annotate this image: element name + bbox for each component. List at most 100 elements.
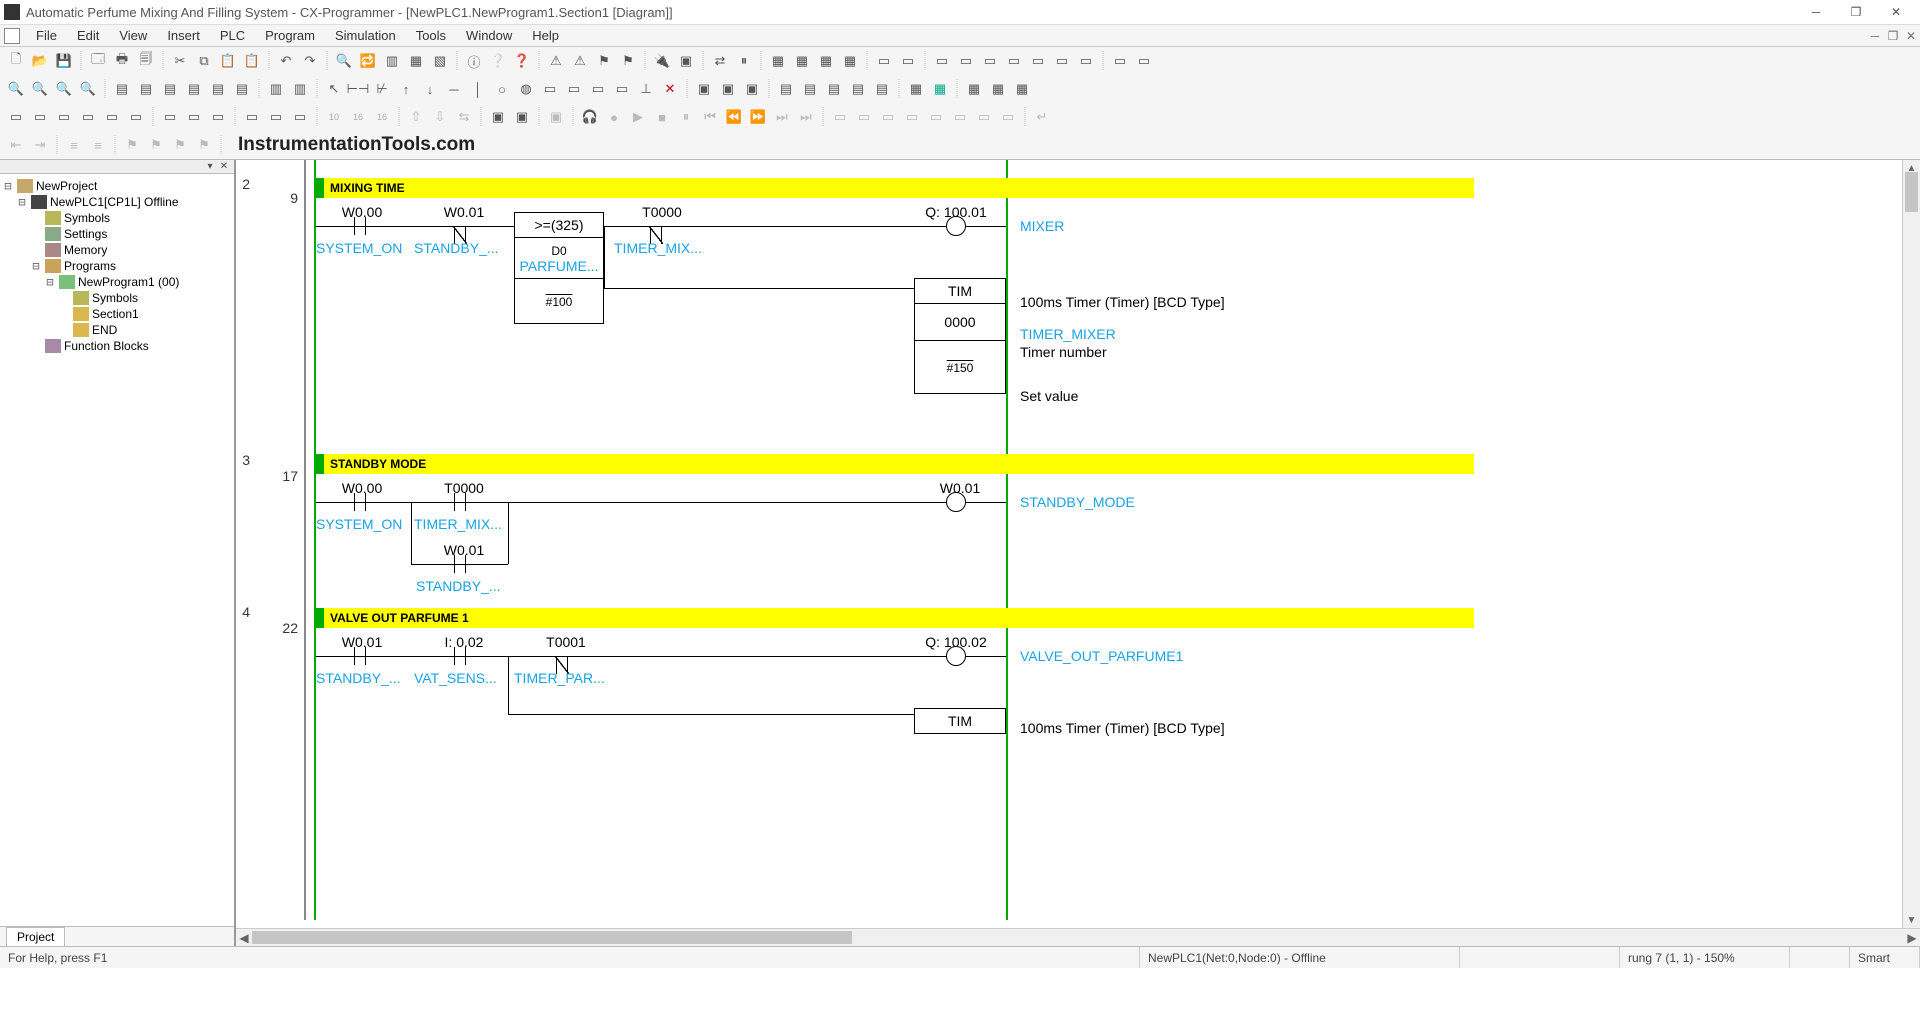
func-icon[interactable]: ▭: [539, 78, 561, 100]
view2-icon[interactable]: ▤: [135, 78, 157, 100]
rung3-branch-contact[interactable]: [454, 564, 466, 565]
horizontal-scrollbar[interactable]: ◀ ▶: [236, 928, 1920, 946]
num10-icon[interactable]: 10: [323, 106, 345, 128]
align-r-icon[interactable]: ≡: [87, 134, 109, 156]
tree-project[interactable]: ⊟NewProject: [2, 178, 232, 194]
hscroll-thumb[interactable]: [252, 931, 852, 944]
rung3-contact1[interactable]: [354, 502, 366, 503]
contact-no-icon[interactable]: ⊢⊣: [347, 78, 369, 100]
bar-d-icon[interactable]: ▭: [901, 106, 923, 128]
print-icon[interactable]: 🗔: [87, 50, 109, 72]
dev5-icon[interactable]: ▦: [1011, 78, 1033, 100]
menu-insert[interactable]: Insert: [157, 26, 210, 45]
menu-plc[interactable]: PLC: [210, 26, 255, 45]
grid3-icon[interactable]: ▦: [815, 50, 837, 72]
open-icon[interactable]: 📂: [29, 50, 51, 72]
indent-r-icon[interactable]: ⇥: [29, 134, 51, 156]
sidebar-pin-icon[interactable]: ▾: [204, 162, 216, 172]
tree-symbols[interactable]: Symbols: [2, 210, 232, 226]
mark1-icon[interactable]: ⚑: [121, 134, 143, 156]
bar-h-icon[interactable]: ▭: [997, 106, 1019, 128]
zoom-fit-icon[interactable]: 🔍: [5, 78, 27, 100]
grid2-icon[interactable]: ▦: [791, 50, 813, 72]
zoom-reset-icon[interactable]: 🔍: [77, 78, 99, 100]
arrow1-icon[interactable]: ⇧: [405, 106, 427, 128]
tab-project[interactable]: Project: [6, 927, 65, 946]
bar-a-icon[interactable]: ▭: [829, 106, 851, 128]
view5-icon[interactable]: ▤: [207, 78, 229, 100]
menu-tools[interactable]: Tools: [406, 26, 456, 45]
bar2-icon[interactable]: ▭: [897, 50, 919, 72]
rung2-contact1[interactable]: [354, 226, 366, 227]
maximize-button[interactable]: ❐: [1836, 0, 1876, 25]
mod4-icon[interactable]: ▭: [1003, 50, 1025, 72]
coil-icon[interactable]: ○: [491, 78, 513, 100]
contact-n-icon[interactable]: ↓: [419, 78, 441, 100]
bar-b-icon[interactable]: ▭: [853, 106, 875, 128]
chip2-icon[interactable]: ▣: [511, 106, 533, 128]
view1-icon[interactable]: ▤: [111, 78, 133, 100]
vertical-scrollbar[interactable]: ▲ ▼: [1902, 160, 1920, 928]
sim2-icon[interactable]: ▤: [799, 78, 821, 100]
dev3-icon[interactable]: ▦: [963, 78, 985, 100]
view8-icon[interactable]: ▥: [289, 78, 311, 100]
win6-icon[interactable]: ▭: [125, 106, 147, 128]
redo-icon[interactable]: ↷: [299, 50, 321, 72]
view3-icon[interactable]: ▤: [159, 78, 181, 100]
view7-icon[interactable]: ▥: [265, 78, 287, 100]
sound-icon[interactable]: 🎧: [579, 106, 601, 128]
mdi-restore-button[interactable]: ❐: [1884, 29, 1902, 43]
tree-newprogram[interactable]: ⊟NewProgram1 (00): [2, 274, 232, 290]
mod6-icon[interactable]: ▭: [1051, 50, 1073, 72]
scroll-left-icon[interactable]: ◀: [236, 931, 252, 945]
tree-end[interactable]: END: [2, 322, 232, 338]
arrow2-icon[interactable]: ⇩: [429, 106, 451, 128]
mark3-icon[interactable]: ⚑: [169, 134, 191, 156]
ret-icon[interactable]: ↵: [1031, 106, 1053, 128]
del-icon[interactable]: ✕: [659, 78, 681, 100]
tree-fb[interactable]: Function Blocks: [2, 338, 232, 354]
sidebar-close-icon[interactable]: ✕: [218, 162, 230, 172]
stop-icon[interactable]: ■: [651, 106, 673, 128]
play-icon[interactable]: ▶: [627, 106, 649, 128]
coil-inv-icon[interactable]: ◍: [515, 78, 537, 100]
func2-icon[interactable]: ▭: [563, 78, 585, 100]
rec-icon[interactable]: ●: [603, 106, 625, 128]
num16-icon[interactable]: 16: [347, 106, 369, 128]
sim3-icon[interactable]: ▤: [823, 78, 845, 100]
menu-simulation[interactable]: Simulation: [325, 26, 406, 45]
scroll-right-icon[interactable]: ▶: [1904, 931, 1920, 945]
print2-icon[interactable]: 🖶: [111, 50, 133, 72]
bar-f-icon[interactable]: ▭: [949, 106, 971, 128]
skip-back-icon[interactable]: ⏮: [699, 106, 721, 128]
menu-view[interactable]: View: [109, 26, 157, 45]
end-icon[interactable]: ⏭: [795, 106, 817, 128]
contact-p-icon[interactable]: ↑: [395, 78, 417, 100]
zoom-out-icon[interactable]: 🔍: [53, 78, 75, 100]
bar1-icon[interactable]: ▭: [873, 50, 895, 72]
win3-icon[interactable]: ▭: [53, 106, 75, 128]
find-icon[interactable]: 🔍: [333, 50, 355, 72]
flag2-icon[interactable]: ⚑: [617, 50, 639, 72]
tree-memory[interactable]: Memory: [2, 242, 232, 258]
preview-icon[interactable]: 🗐: [135, 50, 157, 72]
scroll-thumb[interactable]: [1905, 172, 1918, 212]
rung2-compare-box[interactable]: >=(325) D0PARFUME... #100: [514, 212, 604, 324]
rung4-contact2[interactable]: [454, 656, 466, 657]
cut-icon[interactable]: ✂: [169, 50, 191, 72]
paste-icon[interactable]: 📋: [217, 50, 239, 72]
chip3-icon[interactable]: ▣: [545, 106, 567, 128]
minimize-button[interactable]: ─: [1796, 0, 1836, 25]
undo-icon[interactable]: ↶: [275, 50, 297, 72]
menu-window[interactable]: Window: [456, 26, 522, 45]
flag-icon[interactable]: ⚑: [593, 50, 615, 72]
pointer-icon[interactable]: ❓: [511, 50, 533, 72]
bar-e-icon[interactable]: ▭: [925, 106, 947, 128]
scroll-down-icon[interactable]: ▼: [1903, 912, 1920, 928]
mod1-icon[interactable]: ▭: [931, 50, 953, 72]
win5-icon[interactable]: ▭: [101, 106, 123, 128]
sim5-icon[interactable]: ▤: [871, 78, 893, 100]
mark4-icon[interactable]: ⚑: [193, 134, 215, 156]
mdi-minimize-button[interactable]: ─: [1866, 29, 1884, 43]
dev1-icon[interactable]: ▦: [905, 78, 927, 100]
